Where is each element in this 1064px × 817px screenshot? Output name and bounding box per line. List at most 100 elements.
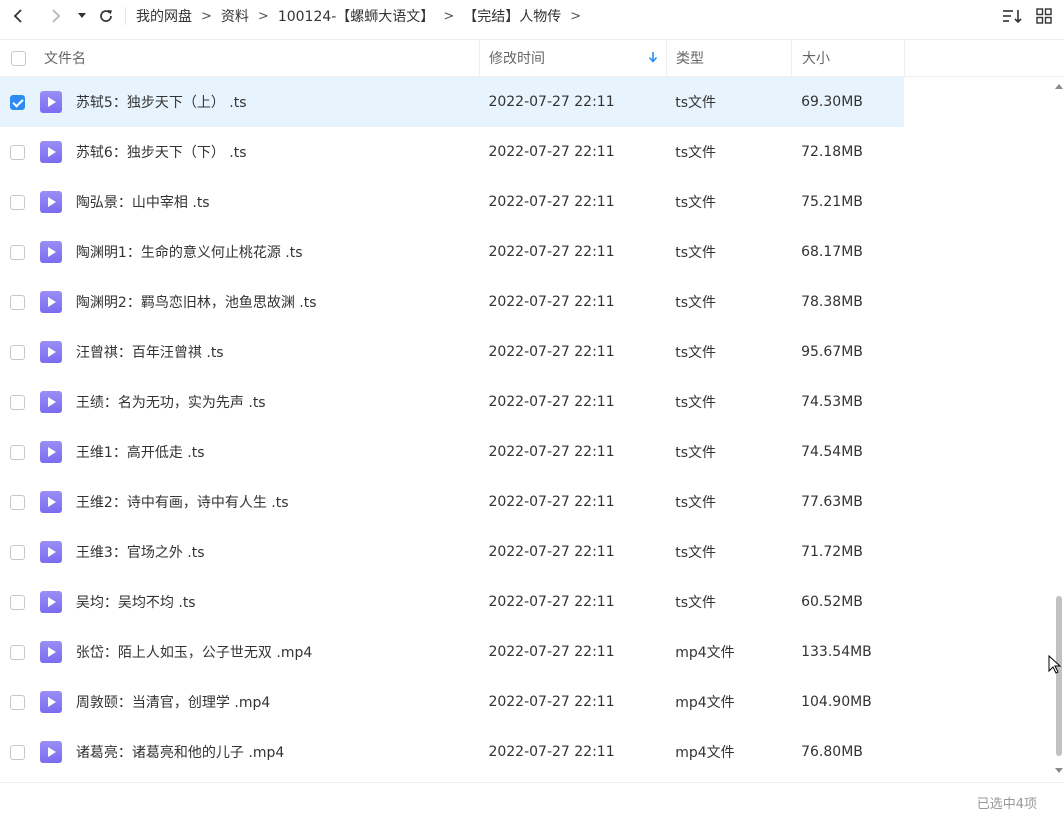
row-checkbox[interactable]	[10, 244, 26, 260]
file-name[interactable]: 吴均：吴均不均 .ts	[66, 577, 480, 627]
row-check-cell	[0, 427, 36, 477]
table-row[interactable]: 吴均：吴均不均 .ts 2022-07-27 22:11 ts文件 60.52MB	[0, 577, 904, 627]
file-name[interactable]: 陶弘景：山中宰相 .ts	[66, 177, 480, 227]
file-modified-time: 2022-07-27 22:11	[488, 144, 615, 160]
column-header-name[interactable]: 文件名	[36, 39, 480, 77]
row-checkbox[interactable]	[10, 394, 26, 410]
status-bar: 已选中4项	[0, 782, 1064, 817]
row-checkbox[interactable]	[10, 444, 26, 460]
chevron-right-icon	[52, 9, 61, 23]
table-row[interactable]: 苏轼5：独步天下（上） .ts 2022-07-27 22:11 ts文件 69.30…	[0, 77, 904, 127]
row-check-cell	[0, 577, 36, 627]
scrollbar-thumb[interactable]	[1056, 596, 1062, 756]
table-row[interactable]: 陶渊明1：生命的意义何止桃花源 .ts 2022-07-27 22:11 ts文件 6…	[0, 227, 904, 277]
file-name[interactable]: 王维2：诗中有画，诗中有人生 .ts	[66, 477, 480, 527]
grid-view-button[interactable]	[1032, 4, 1056, 28]
file-name[interactable]: 陶渊明2：羁鸟恋旧林，池鱼思故渊 .ts	[66, 277, 480, 327]
column-header-type[interactable]: 类型	[667, 39, 792, 77]
grid-view-icon	[1036, 8, 1052, 24]
sort-button[interactable]	[1000, 4, 1024, 28]
row-checkbox[interactable]	[10, 344, 26, 360]
row-checkbox[interactable]	[10, 644, 26, 660]
file-name[interactable]: 王维3：官场之外 .ts	[66, 527, 480, 577]
file-name[interactable]: 王维1：高开低走 .ts	[66, 427, 480, 477]
file-modified-time: 2022-07-27 22:11	[488, 744, 615, 760]
row-check-cell	[0, 177, 36, 227]
table-row[interactable]: 王维2：诗中有画，诗中有人生 .ts 2022-07-27 22:11 ts文件 77…	[0, 477, 904, 527]
table-row[interactable]: 陶渊明2：羁鸟恋旧林，池鱼思故渊 .ts 2022-07-27 22:11 ts文件…	[0, 277, 904, 327]
table-row[interactable]: 王维1：高开低走 .ts 2022-07-27 22:11 ts文件 74.54MB	[0, 427, 904, 477]
row-checkbox[interactable]	[10, 744, 26, 760]
row-checkbox[interactable]	[10, 94, 26, 110]
breadcrumb-item[interactable]: 【完结】人物传	[463, 6, 561, 26]
row-checkbox[interactable]	[10, 594, 26, 610]
selection-status: 已选中4项	[976, 797, 1037, 812]
file-name[interactable]: 周敦颐：当清官，创理学 .mp4	[66, 677, 480, 727]
file-size: 76.80MB	[801, 744, 863, 760]
file-type: mp4文件	[675, 645, 735, 661]
column-header-time[interactable]: 修改时间	[480, 39, 667, 77]
row-checkbox[interactable]	[10, 294, 26, 310]
video-file-icon	[39, 491, 62, 513]
breadcrumb-item[interactable]: 我的网盘	[136, 6, 192, 26]
file-name[interactable]: 陶渊明1：生命的意义何止桃花源 .ts	[66, 227, 480, 277]
file-name[interactable]: 苏轼6：独步天下（下） .ts	[66, 127, 480, 177]
scroll-down-arrow-icon[interactable]	[1055, 768, 1063, 773]
breadcrumb-item[interactable]: 资料	[221, 6, 249, 26]
table-row[interactable]: 汪曾祺：百年汪曾祺 .ts 2022-07-27 22:11 ts文件 95.67MB	[0, 327, 904, 377]
file-modified-time: 2022-07-27 22:11	[488, 194, 615, 210]
file-size: 74.54MB	[801, 444, 863, 460]
file-type: ts文件	[675, 395, 717, 411]
table-row[interactable]: 诸葛亮：诸葛亮和他的儿子 .mp4 2022-07-27 22:11 mp4文件 76…	[0, 727, 904, 777]
history-dropdown-button[interactable]	[73, 6, 91, 26]
breadcrumb-item[interactable]: 100124-【螺蛳大语文】	[278, 6, 435, 26]
row-checkbox[interactable]	[10, 694, 26, 710]
file-list: 苏轼5：独步天下（上） .ts 2022-07-27 22:11 ts文件 69.30…	[0, 77, 1050, 777]
refresh-button[interactable]	[97, 6, 115, 26]
file-icon-cell	[36, 727, 66, 777]
row-checkbox[interactable]	[10, 144, 26, 160]
table-row[interactable]: 陶弘景：山中宰相 .ts 2022-07-27 22:11 ts文件 75.21MB	[0, 177, 904, 227]
breadcrumb-separator: >	[201, 8, 212, 24]
mouse-cursor-icon	[1048, 655, 1062, 674]
file-size: 72.18MB	[801, 144, 863, 160]
file-manager-window: 我的网盘 > 资料 > 100124-【螺蛳大语文】 > 【完结】人物传 > 文…	[0, 0, 1064, 817]
table-row[interactable]: 王维3：官场之外 .ts 2022-07-27 22:11 ts文件 71.72MB	[0, 527, 904, 577]
table-row[interactable]: 苏轼6：独步天下（下） .ts 2022-07-27 22:11 ts文件 72.18…	[0, 127, 904, 177]
breadcrumb: 我的网盘 > 资料 > 100124-【螺蛳大语文】 > 【完结】人物传 >	[136, 6, 590, 26]
row-check-cell	[0, 77, 36, 127]
back-button[interactable]	[9, 6, 27, 26]
file-modified-time: 2022-07-27 22:11	[488, 544, 615, 560]
file-type: ts文件	[675, 495, 717, 511]
file-name[interactable]: 诸葛亮：诸葛亮和他的儿子 .mp4	[66, 727, 480, 777]
row-checkbox[interactable]	[10, 194, 26, 210]
table-row[interactable]: 周敦颐：当清官，创理学 .mp4 2022-07-27 22:11 mp4文件 104…	[0, 677, 904, 727]
forward-button[interactable]	[47, 6, 65, 26]
table-row[interactable]: 王绩：名为无功，实为先声 .ts 2022-07-27 22:11 ts文件 74.5…	[0, 377, 904, 427]
video-file-icon	[39, 641, 62, 663]
row-checkbox[interactable]	[10, 494, 26, 510]
file-icon-cell	[36, 377, 66, 427]
file-size: 68.17MB	[801, 244, 863, 260]
file-name[interactable]: 汪曾祺：百年汪曾祺 .ts	[66, 327, 480, 377]
row-check-cell	[0, 627, 36, 677]
file-type: mp4文件	[675, 695, 735, 711]
file-modified-time: 2022-07-27 22:11	[488, 94, 615, 110]
file-name[interactable]: 苏轼5：独步天下（上） .ts	[66, 77, 480, 127]
file-icon-cell	[36, 427, 66, 477]
table-row[interactable]: 张岱：陌上人如玉，公子世无双 .mp4 2022-07-27 22:11 mp4文件…	[0, 627, 904, 677]
video-file-icon	[39, 241, 62, 263]
select-all-checkbox[interactable]	[10, 50, 26, 66]
row-checkbox[interactable]	[10, 544, 26, 560]
column-header-size[interactable]: 大小	[792, 39, 905, 77]
file-name[interactable]: 王绩：名为无功，实为先声 .ts	[66, 377, 480, 427]
video-file-icon	[39, 441, 62, 463]
row-check-cell	[0, 127, 36, 177]
scroll-up-arrow-icon[interactable]	[1055, 84, 1063, 89]
video-file-icon	[39, 291, 62, 313]
row-check-cell	[0, 727, 36, 777]
caret-down-icon	[78, 13, 86, 18]
file-type: ts文件	[675, 95, 717, 111]
file-name[interactable]: 张岱：陌上人如玉，公子世无双 .mp4	[66, 627, 480, 677]
row-check-cell	[0, 277, 36, 327]
